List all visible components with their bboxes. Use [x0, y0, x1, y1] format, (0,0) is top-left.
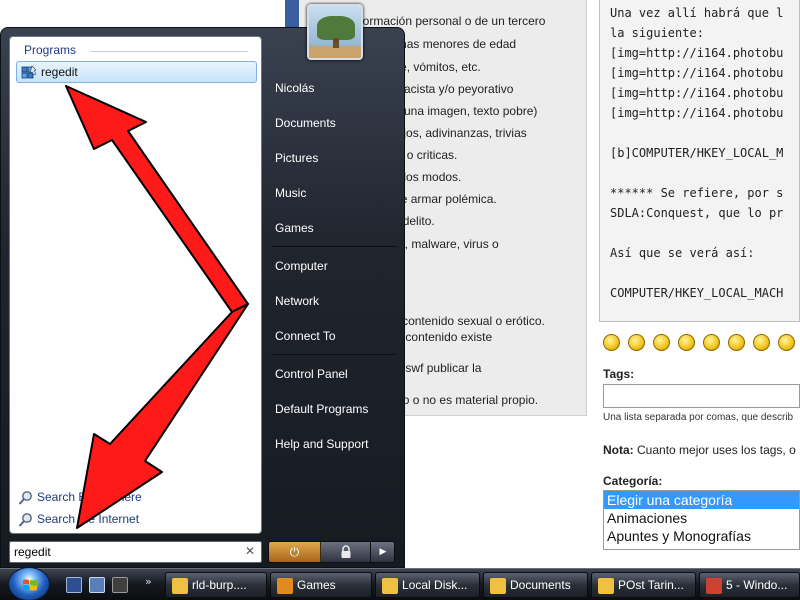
lock-button[interactable]	[321, 542, 371, 562]
category-option[interactable]: Elegir una categoría	[604, 491, 799, 509]
user-picture[interactable]	[307, 4, 363, 60]
taskbar-button-label: 5 - Windo...	[726, 578, 788, 592]
programs-divider	[90, 51, 248, 52]
start-button[interactable]	[8, 567, 50, 600]
start-item-computer[interactable]: Computer	[275, 259, 328, 273]
lock-icon	[341, 545, 351, 558]
taskbar-button-label: Documents	[510, 578, 571, 592]
games-icon	[277, 578, 293, 594]
shutdown-options-button[interactable]: ▶	[371, 542, 394, 562]
regedit-icon	[21, 65, 37, 79]
taskbar: » rld-burp.... Games Local Disk... Docum…	[0, 567, 800, 600]
code-line: [img=http://i164.photobu	[610, 66, 784, 80]
code-line: ****** Se refiere, por s	[610, 186, 784, 200]
magnifier-icon	[18, 491, 32, 505]
quick-launch-chevron-icon[interactable]: »	[145, 575, 152, 588]
code-line: Así que se verá así:	[610, 246, 755, 260]
tags-help-text: Una lista separada por comas, que descri…	[603, 412, 794, 423]
start-item-documents[interactable]: Documents	[275, 116, 336, 130]
taskbar-button-label: Local Disk...	[402, 578, 468, 592]
start-item-user[interactable]: Nicolás	[275, 81, 314, 95]
user-picture-ground	[309, 46, 361, 58]
search-internet-label: Search the Internet	[37, 512, 140, 526]
start-menu-programs-pane: Programs regedit Search Everywhere Searc…	[9, 36, 262, 534]
start-search-input[interactable]	[14, 544, 234, 560]
folder-icon	[598, 578, 614, 594]
code-line: [img=http://i164.photobu	[610, 46, 784, 60]
tags-input[interactable]	[603, 384, 800, 408]
post-code-textarea[interactable]: Una vez allí habrá que l la siguiente: […	[599, 0, 800, 322]
note-text: Cuanto mejor uses los tags, o	[633, 443, 796, 457]
magnifier-icon	[18, 513, 32, 527]
rule-text: información personal o de un tercero	[350, 14, 546, 28]
category-option[interactable]: Apuntes y Monografías	[604, 527, 799, 545]
start-item-control-panel[interactable]: Control Panel	[275, 367, 348, 381]
taskbar-button[interactable]: 5 - Windo...	[699, 572, 800, 598]
start-item-games[interactable]: Games	[275, 221, 314, 235]
taskbar-button-label: Games	[297, 578, 336, 592]
switch-windows-icon[interactable]	[89, 577, 105, 593]
taskbar-button-label: POst Tarin...	[618, 578, 684, 592]
start-menu: Programs regedit Search Everywhere Searc…	[0, 4, 405, 568]
taskbar-button[interactable]: Documents	[483, 572, 588, 598]
start-item-help-support[interactable]: Help and Support	[275, 437, 368, 451]
start-item-default-programs[interactable]: Default Programs	[275, 402, 368, 416]
code-line: Una vez allí habrá que l	[610, 6, 784, 20]
media-center-icon[interactable]	[112, 577, 128, 593]
taskbar-button[interactable]: Local Disk...	[375, 572, 480, 598]
taskbar-button-label: rld-burp....	[192, 578, 247, 592]
user-picture-trunk	[333, 38, 339, 48]
rule-text: (una imagen, texto pobre)	[400, 104, 538, 118]
code-line: [b]COMPUTER/HKEY_LOCAL_M	[610, 146, 784, 160]
start-item-music[interactable]: Music	[275, 186, 306, 200]
taskbar-button[interactable]: Games	[270, 572, 372, 598]
code-line: COMPUTER/HKEY_LOCAL_MACH	[610, 286, 784, 300]
code-line: SDLA:Conquest, que lo pr	[610, 206, 784, 220]
start-item-network[interactable]: Network	[275, 294, 319, 308]
taskbar-button[interactable]: POst Tarin...	[591, 572, 696, 598]
regedit-label: regedit	[41, 65, 78, 79]
note-label: Nota:	[603, 443, 634, 457]
emoticon-icon[interactable]	[703, 334, 720, 351]
windows-logo-icon	[23, 579, 37, 591]
tags-note: Nota: Cuanto mejor uses los tags, o	[603, 443, 796, 457]
code-line: la siguiente:	[610, 26, 704, 40]
emoticon-icon[interactable]	[628, 334, 645, 351]
start-menu-separator	[271, 354, 397, 355]
search-everywhere-label: Search Everywhere	[37, 490, 142, 504]
folder-icon	[490, 578, 506, 594]
folder-icon	[382, 578, 398, 594]
code-line: [img=http://i164.photobu	[610, 86, 784, 100]
start-item-connect-to[interactable]: Connect To	[275, 329, 336, 343]
category-listbox[interactable]: Elegir una categoría Animaciones Apuntes…	[603, 490, 800, 550]
emoticon-icon[interactable]	[603, 334, 620, 351]
category-label: Categoría:	[603, 474, 663, 488]
tags-label: Tags:	[603, 367, 635, 381]
rule-text: racista y/o peyorativo	[400, 82, 514, 96]
emoticon-icon[interactable]	[728, 334, 745, 351]
arrow-right-icon: ▶	[379, 547, 387, 557]
power-icon: ⏻	[289, 545, 300, 559]
emoticon-icon[interactable]	[778, 334, 795, 351]
window-icon	[706, 578, 722, 594]
emoticon-icon[interactable]	[653, 334, 670, 351]
start-item-pictures[interactable]: Pictures	[275, 151, 318, 165]
emoticon-icon[interactable]	[753, 334, 770, 351]
power-button[interactable]: ⏻	[269, 542, 321, 562]
start-search-box[interactable]: ✕	[9, 541, 262, 563]
power-button-group: ⏻ ▶	[268, 541, 395, 563]
code-line: [img=http://i164.photobu	[610, 106, 784, 120]
taskbar-button[interactable]: rld-burp....	[165, 572, 267, 598]
clear-search-icon[interactable]: ✕	[245, 544, 255, 558]
category-option[interactable]: Animaciones	[604, 509, 799, 527]
user-picture-tree	[317, 16, 355, 40]
start-menu-separator	[271, 246, 397, 247]
emoticon-icon[interactable]	[678, 334, 695, 351]
programs-heading: Programs	[24, 43, 77, 57]
regedit-program-item[interactable]: regedit	[16, 61, 257, 83]
show-desktop-icon[interactable]	[66, 577, 82, 593]
folder-icon	[172, 578, 188, 594]
